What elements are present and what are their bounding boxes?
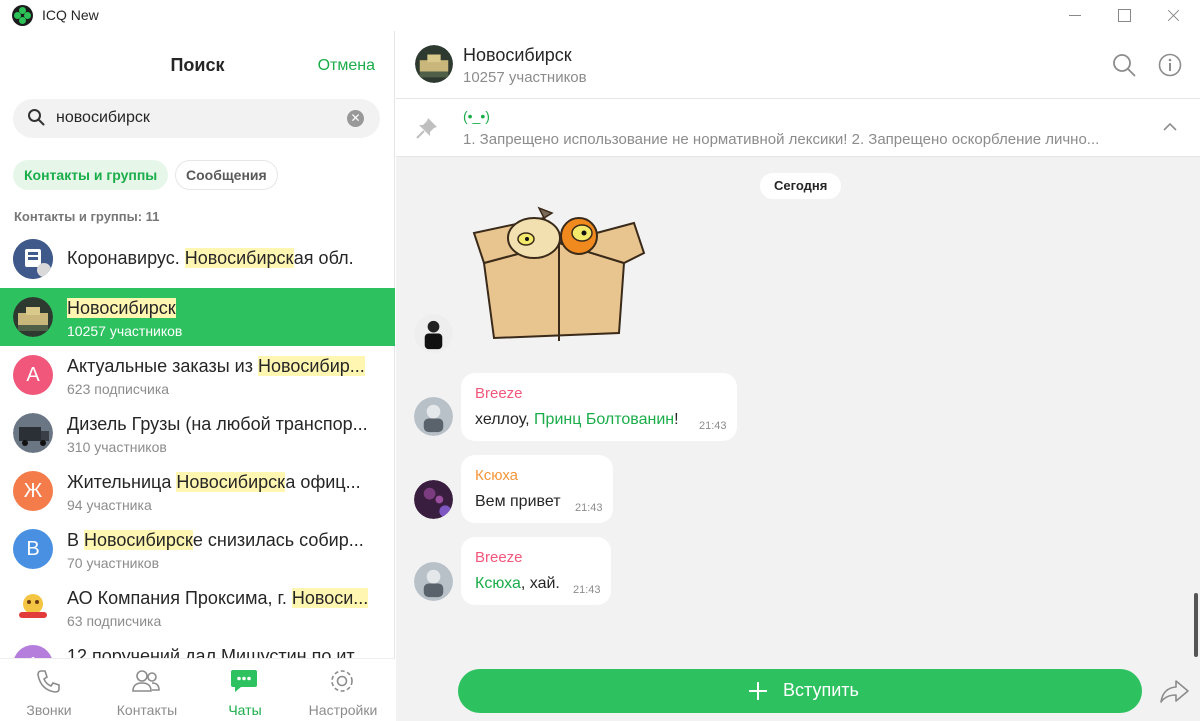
list-item-title: АО Компания Проксима, г. Новоси... — [67, 588, 369, 608]
list-item[interactable]: В В Новосибирске снизилась собир... 70 у… — [0, 520, 395, 578]
list-item-title: В Новосибирске снизилась собир... — [67, 530, 364, 550]
clear-search-icon[interactable]: ✕ — [347, 110, 364, 127]
chat-panel: Новосибирск 10257 участников (•_•) 1. За… — [396, 31, 1200, 721]
app-title: ICQ New — [42, 7, 99, 23]
search-icon[interactable] — [1112, 53, 1136, 77]
title-bar: ICQ New — [0, 0, 1200, 31]
list-item[interactable]: АО Компания Проксима, г. Новоси... 63 по… — [0, 578, 395, 636]
message-text: Ксюха, хай. — [475, 575, 560, 592]
avatar — [13, 413, 53, 453]
pin-icon — [416, 118, 437, 139]
message-author[interactable]: Breeze — [475, 549, 523, 566]
close-window-button[interactable] — [1150, 0, 1196, 31]
chat-avatar[interactable] — [415, 45, 453, 83]
chat-header: Новосибирск 10257 участников — [396, 31, 1200, 99]
cancel-button[interactable]: Отмена — [318, 57, 375, 75]
filter-messages[interactable]: Сообщения — [175, 160, 278, 190]
chat-title[interactable]: Новосибирск — [463, 45, 572, 66]
message-time: 21:43 — [573, 584, 601, 596]
list-item-subtitle: 623 подписчика — [67, 381, 170, 397]
message-text: хеллоу, Принц Болтованин! — [475, 411, 679, 428]
list-item-title: 12 поручений дал Мишустин по ит... — [67, 646, 368, 658]
contacts-icon — [132, 670, 160, 692]
sender-avatar[interactable] — [414, 397, 453, 436]
sender-avatar[interactable] — [414, 480, 453, 519]
message-time: 21:43 — [699, 420, 727, 432]
sender-avatar[interactable] — [414, 314, 453, 353]
list-item-title: Коронавирус. Новосибирская обл. — [67, 248, 354, 268]
pinned-text: 1. Запрещено использование не нормативно… — [463, 131, 1100, 148]
nav-contacts[interactable]: Контакты — [98, 659, 196, 721]
nav-calls[interactable]: Звонки — [0, 659, 98, 721]
list-item-title: Дизель Грузы (на любой транспор... — [67, 414, 368, 434]
list-item[interactable]: Ж Жительница Новосибирска офиц... 94 уча… — [0, 462, 395, 520]
list-item-subtitle: 310 участников — [67, 439, 167, 455]
message-text: Вем привет — [475, 493, 561, 510]
avatar: Ж — [13, 471, 53, 511]
chats-icon — [231, 670, 257, 692]
date-divider: Сегодня — [760, 173, 842, 199]
avatar: В — [13, 529, 53, 569]
list-item-subtitle: 94 участника — [67, 497, 152, 513]
cat-in-box-sticker[interactable] — [464, 203, 650, 343]
list-item-title: Актуальные заказы из Новосибир... — [67, 356, 365, 376]
minimize-button[interactable] — [1052, 0, 1098, 31]
nav-settings[interactable]: Настройки — [294, 659, 392, 721]
list-item-title: Новосибирск — [67, 298, 176, 318]
search-input[interactable]: новосибирск ✕ — [13, 99, 380, 138]
message-bubble[interactable]: Ксюха Вем привет 21:43 — [461, 455, 613, 523]
list-item-subtitle: 63 подписчика — [67, 613, 162, 629]
search-icon — [28, 109, 45, 126]
search-results-list: Коронавирус. Новосибирская обл. Новосиби… — [0, 230, 395, 658]
section-label: Контакты и группы: 11 — [14, 209, 160, 224]
message-bubble[interactable]: Breeze Ксюха, хай. 21:43 — [461, 537, 611, 605]
pinned-message[interactable]: (•_•) 1. Запрещено использование не норм… — [396, 99, 1200, 157]
phone-icon — [37, 670, 60, 693]
maximize-button[interactable] — [1101, 0, 1147, 31]
list-item-subtitle: 10257 участников — [67, 323, 183, 339]
left-panel: Поиск Отмена новосибирск ✕ Контакты и гр… — [0, 31, 395, 721]
avatar — [13, 239, 53, 279]
list-item[interactable]: Дизель Грузы (на любой транспор... 310 у… — [0, 404, 395, 462]
avatar: 1 — [13, 645, 53, 658]
nav-label: Настройки — [308, 702, 378, 718]
nav-chats[interactable]: Чаты — [196, 659, 294, 721]
avatar: А — [13, 355, 53, 395]
message-author[interactable]: Ксюха — [475, 467, 518, 484]
message-bubble[interactable]: Breeze хеллоу, Принц Болтованин! 21:43 — [461, 373, 737, 441]
nav-label: Чаты — [228, 702, 262, 718]
join-button[interactable]: Вступить — [458, 669, 1142, 713]
plus-icon — [749, 682, 767, 700]
list-item-title: Жительница Новосибирска офиц... — [67, 472, 361, 492]
list-item-subtitle: 70 участников — [67, 555, 160, 571]
avatar — [13, 587, 53, 627]
message-time: 21:43 — [575, 502, 603, 514]
list-item-selected[interactable]: Новосибирск 10257 участников — [0, 288, 395, 346]
list-item[interactable]: А Актуальные заказы из Новосибир... 623 … — [0, 346, 395, 404]
scrollbar[interactable] — [1194, 593, 1198, 657]
share-icon[interactable] — [1158, 676, 1190, 706]
chat-members-count: 10257 участников — [463, 69, 587, 86]
message-author[interactable]: Breeze — [475, 385, 523, 402]
avatar — [13, 297, 53, 337]
settings-icon — [331, 670, 353, 692]
chevron-up-icon[interactable] — [1162, 121, 1178, 133]
list-item[interactable]: Коронавирус. Новосибирская обл. — [0, 230, 395, 288]
bottom-nav: Звонки Контакты Чаты Настройки — [0, 658, 395, 721]
list-item[interactable]: 1 12 поручений дал Мишустин по ит... — [0, 636, 395, 658]
nav-label: Звонки — [26, 702, 72, 718]
pinned-title: (•_•) — [463, 108, 490, 124]
join-label: Вступить — [783, 680, 859, 700]
nav-label: Контакты — [116, 702, 178, 718]
search-header: Поиск Отмена — [0, 31, 395, 97]
info-icon[interactable] — [1158, 53, 1182, 77]
sender-avatar[interactable] — [414, 562, 453, 601]
icq-logo-icon — [12, 5, 33, 26]
filter-contacts-groups[interactable]: Контакты и группы — [13, 160, 169, 190]
search-query: новосибирск — [56, 109, 150, 126]
